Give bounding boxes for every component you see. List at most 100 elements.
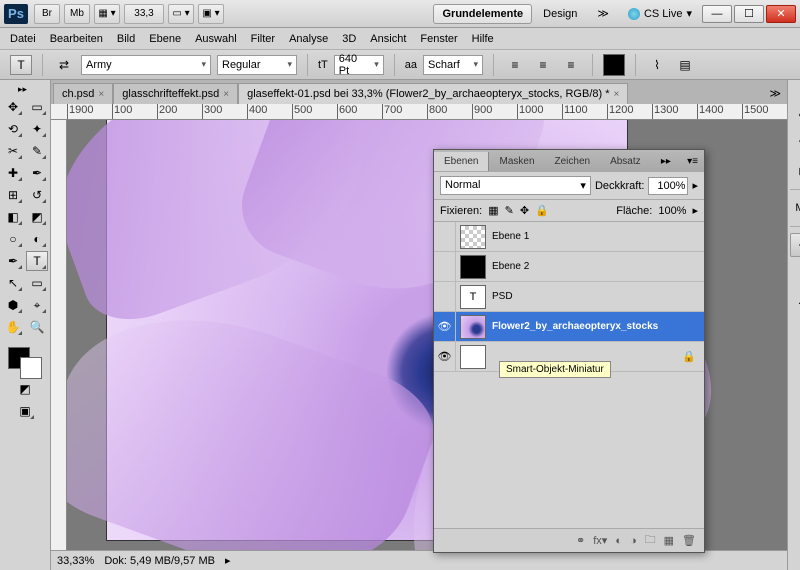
menu-datei[interactable]: Datei	[10, 33, 36, 45]
visibility-toggle[interactable]: 👁	[434, 312, 456, 341]
dock-minibridge[interactable]: MbMini ...	[790, 196, 800, 220]
fill-slider[interactable]: ▸	[692, 204, 698, 217]
gradient-tool[interactable]: ◩	[26, 207, 48, 227]
layer-row-selected[interactable]: 👁Flower2_by_archaeopteryx_stocks	[434, 312, 704, 342]
dock-layers[interactable]: ❖Ebenen	[790, 233, 800, 257]
dock-masks[interactable]: ◐Masken	[790, 261, 800, 285]
layer-name[interactable]: PSD	[490, 291, 704, 302]
menu-bild[interactable]: Bild	[117, 33, 135, 45]
layer-thumb[interactable]	[460, 315, 486, 339]
dock-brush-presets[interactable]: ✒Pinsel...	[790, 103, 800, 127]
tab-ebenen[interactable]: Ebenen	[434, 152, 489, 171]
close-icon[interactable]: ×	[614, 89, 620, 100]
blend-mode-dropdown[interactable]: Normal ▾	[440, 176, 591, 195]
menu-hilfe[interactable]: Hilfe	[472, 33, 494, 45]
lock-image[interactable]: ✎	[505, 204, 514, 217]
menu-fenster[interactable]: Fenster	[420, 33, 457, 45]
dock-paragraph[interactable]: ¶Absatz	[790, 317, 800, 341]
3d-tool[interactable]: ⬢	[2, 295, 24, 315]
arrange-button[interactable]: ▭ ▾	[168, 4, 194, 24]
eraser-tool[interactable]: ◧	[2, 207, 24, 227]
eyedropper-tool[interactable]: ✎	[26, 141, 48, 161]
cs-live[interactable]: CS Live ▾	[628, 7, 692, 20]
viewmode-button[interactable]: ▦ ▾	[94, 4, 120, 24]
dodge-tool[interactable]: ◐	[26, 229, 48, 249]
adjustment-layer[interactable]: ◑	[630, 535, 637, 547]
workspace-more[interactable]: ≫	[588, 3, 618, 24]
lock-position[interactable]: ✥	[520, 204, 529, 217]
dock-collapse[interactable]: ▸▸	[790, 86, 800, 103]
pen-tool[interactable]: ✒	[2, 251, 24, 271]
tab-overflow[interactable]: ≫	[765, 83, 785, 104]
dock-character[interactable]: AZeichen	[790, 289, 800, 313]
zoom-tool[interactable]: 🔍	[26, 317, 48, 337]
text-color-swatch[interactable]	[603, 54, 625, 76]
menu-ebene[interactable]: Ebene	[149, 33, 181, 45]
new-layer[interactable]: ▦	[664, 534, 674, 547]
status-zoom[interactable]: 33,33%	[57, 555, 94, 567]
fontstyle-dropdown[interactable]: Regular	[217, 55, 297, 75]
visibility-toggle[interactable]	[434, 282, 456, 311]
menu-filter[interactable]: Filter	[251, 33, 275, 45]
blur-tool[interactable]: ○	[2, 229, 24, 249]
dock-clone[interactable]: ⊞Kopie...	[790, 159, 800, 183]
layer-thumb[interactable]: T	[460, 285, 486, 309]
layer-thumb[interactable]	[460, 255, 486, 279]
orientation-button[interactable]: ⇄	[53, 55, 75, 75]
tab-zeichen[interactable]: Zeichen	[545, 152, 601, 171]
visibility-toggle[interactable]	[434, 252, 456, 281]
close-button[interactable]: ✕	[766, 5, 796, 23]
tab-absatz[interactable]: Absatz	[600, 152, 651, 171]
layer-row[interactable]: T PSD	[434, 282, 704, 312]
align-right[interactable]: ≡	[560, 55, 582, 75]
fill-field[interactable]: 100%	[658, 205, 686, 217]
doc-tab-2[interactable]: glaseffekt-01.psd bei 33,3% (Flower2_by_…	[238, 83, 628, 104]
size-dropdown[interactable]: 640 Pt	[334, 55, 384, 75]
heal-tool[interactable]: ✚	[2, 163, 24, 183]
wand-tool[interactable]: ✦	[26, 119, 48, 139]
panel-collapse[interactable]: ▸▸	[655, 156, 677, 167]
layer-name[interactable]: Ebene 2	[490, 261, 704, 272]
menu-bearbeiten[interactable]: Bearbeiten	[50, 33, 103, 45]
shape-tool[interactable]: ▭	[26, 273, 48, 293]
delete-layer[interactable]: 🗑	[682, 534, 696, 547]
antialias-dropdown[interactable]: Scharf	[423, 55, 483, 75]
bridge-button[interactable]: Br	[34, 4, 60, 24]
layer-style[interactable]: fx▾	[593, 534, 607, 547]
menu-analyse[interactable]: Analyse	[289, 33, 328, 45]
doc-tab-1[interactable]: glasschrifteffekt.psd×	[113, 83, 238, 104]
dock-brush[interactable]: ✎Pinsel	[790, 131, 800, 155]
maximize-button[interactable]: ☐	[734, 5, 764, 23]
layer-group[interactable]: 🗀	[645, 531, 656, 550]
layers-panel[interactable]: Ebenen Masken Zeichen Absatz ▸▸ ▾≡ Norma…	[433, 149, 705, 553]
warp-text[interactable]: ⌇	[646, 55, 668, 75]
screenmode-button[interactable]: ▣ ▾	[198, 4, 224, 24]
opacity-field[interactable]: 100%	[648, 177, 688, 195]
char-panel-toggle[interactable]: ▤	[674, 55, 696, 75]
minimize-button[interactable]: —	[702, 5, 732, 23]
close-icon[interactable]: ×	[98, 89, 104, 100]
minibridge-button[interactable]: Mb	[64, 4, 90, 24]
history-brush-tool[interactable]: ↺	[26, 185, 48, 205]
brush-tool[interactable]: ✒	[26, 163, 48, 183]
visibility-toggle[interactable]	[434, 222, 456, 251]
font-dropdown[interactable]: Army	[81, 55, 211, 75]
layer-row[interactable]: Ebene 1	[434, 222, 704, 252]
doc-tab-0[interactable]: ch.psd×	[53, 83, 113, 104]
visibility-toggle[interactable]: 👁	[434, 342, 456, 371]
lasso-tool[interactable]: ⟲	[2, 119, 24, 139]
quickmask-toggle[interactable]: ◩	[14, 379, 36, 399]
marquee-tool[interactable]: ▭	[26, 97, 48, 117]
panel-menu[interactable]: ▾≡	[681, 156, 704, 167]
layer-mask[interactable]: ◐	[615, 535, 622, 547]
menu-ansicht[interactable]: Ansicht	[370, 33, 406, 45]
tab-masken[interactable]: Masken	[489, 152, 544, 171]
crop-tool[interactable]: ✂	[2, 141, 24, 161]
3dcam-tool[interactable]: ⌖	[26, 295, 48, 315]
active-tool-icon[interactable]: T	[10, 55, 32, 75]
layer-row[interactable]: Ebene 2	[434, 252, 704, 282]
zoom-field[interactable]: 33,3	[124, 4, 164, 24]
ruler-vertical[interactable]	[51, 120, 67, 550]
lock-transparent[interactable]: ▦	[488, 204, 498, 217]
align-center[interactable]: ≡	[532, 55, 554, 75]
